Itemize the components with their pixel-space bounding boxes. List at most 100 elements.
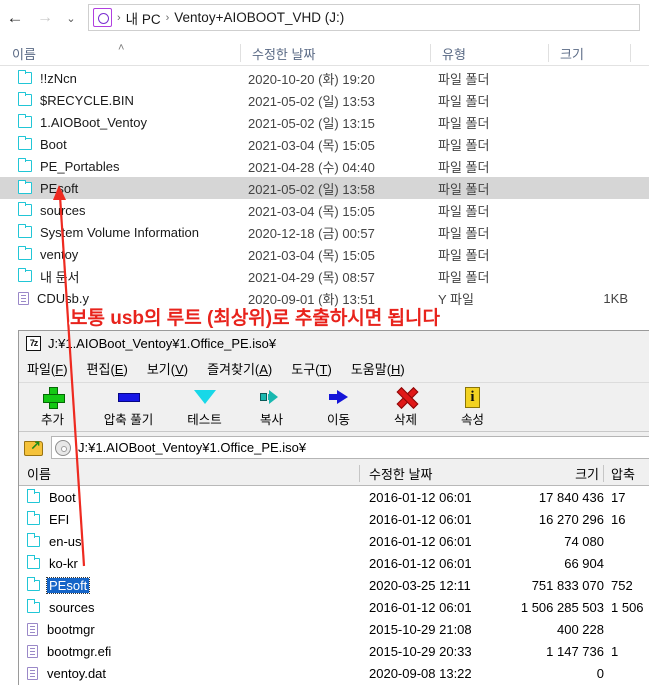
table-row[interactable]: EFI 2016-01-12 06:01 16 270 296 16 bbox=[19, 508, 649, 530]
seven-zip-path-text: J:¥1.AIOBoot_Ventoy¥1.Office_PE.iso¥ bbox=[78, 440, 307, 455]
archive-entry-size: 751 833 070 bbox=[531, 577, 604, 593]
table-row[interactable]: 내 문서 2021-04-29 (목) 08:57 파일 폴더 bbox=[0, 265, 649, 287]
folder-icon bbox=[17, 91, 32, 106]
table-row[interactable]: sources 2021-03-04 (목) 15:05 파일 폴더 bbox=[0, 199, 649, 221]
file-date: 2021-04-28 (수) 04:40 bbox=[248, 159, 375, 175]
column-divider-4[interactable] bbox=[630, 44, 631, 62]
file-type: 파일 폴더 bbox=[438, 159, 490, 175]
recent-locations-chevron-down-icon[interactable]: ⌄ bbox=[60, 3, 82, 33]
file-name: Boot bbox=[40, 136, 67, 152]
seven-zip-logo-icon: 7z bbox=[26, 335, 41, 351]
file-name: 1.AIOBoot_Ventoy bbox=[40, 114, 147, 130]
forward-icon[interactable]: → bbox=[30, 3, 60, 33]
file-icon bbox=[18, 291, 29, 305]
table-row[interactable]: System Volume Information 2020-12-18 (금) … bbox=[0, 221, 649, 243]
folder-icon bbox=[26, 489, 40, 503]
table-row[interactable]: ko-kr 2016-01-12 06:01 66 904 bbox=[19, 552, 649, 574]
folder-icon bbox=[17, 69, 32, 84]
file-icon bbox=[27, 622, 38, 636]
menu-item[interactable]: 즐겨찾기(A) bbox=[207, 359, 272, 378]
file-type: 파일 폴더 bbox=[438, 203, 490, 219]
file-date: 2021-05-02 (일) 13:15 bbox=[248, 115, 375, 131]
explorer-column-headers: 이름 ˄ 수정한 날짜 유형 크기 bbox=[0, 40, 649, 66]
column-header-size[interactable]: 크기 bbox=[548, 40, 630, 66]
breadcrumb-drive[interactable]: Ventoy+AIOBOOT_VHD (J:) bbox=[174, 10, 344, 25]
menu-item[interactable]: 편집(E) bbox=[87, 359, 128, 378]
menu-item[interactable]: 보기(V) bbox=[147, 359, 188, 378]
table-row[interactable]: en-us 2016-01-12 06:01 74 080 bbox=[19, 530, 649, 552]
table-row[interactable]: PEsoft 2021-05-02 (일) 13:58 파일 폴더 bbox=[0, 177, 649, 199]
folder-icon bbox=[26, 533, 40, 547]
file-type: 파일 폴더 bbox=[438, 269, 490, 285]
zip-column-divider-2[interactable] bbox=[603, 465, 604, 482]
seven-zip-path-input[interactable]: J:¥1.AIOBoot_Ventoy¥1.Office_PE.iso¥ bbox=[51, 436, 649, 459]
zip-column-header-name[interactable]: 이름 bbox=[19, 462, 359, 485]
toolbar-button-extract[interactable]: 압축 풀기 bbox=[86, 383, 171, 431]
file-name: !!zNcn bbox=[40, 70, 77, 86]
breadcrumb-separator-1: › bbox=[117, 11, 121, 24]
seven-zip-column-headers: 이름 수정한 날짜 크기 압축 bbox=[19, 462, 649, 486]
toolbar-button-delete-x[interactable]: 삭제 bbox=[372, 383, 439, 431]
zip-column-header-packed[interactable]: 압축 bbox=[611, 462, 649, 485]
breadcrumb-separator-2: › bbox=[165, 11, 170, 24]
menu-item[interactable]: 파일(F) bbox=[27, 359, 68, 378]
table-row[interactable]: 1.AIOBoot_Ventoy 2021-05-02 (일) 13:15 파일 폴… bbox=[0, 111, 649, 133]
folder-up-icon[interactable]: ↗ bbox=[24, 438, 45, 457]
seven-zip-menu-bar: 파일(F) 편집(E) 보기(V) 즐겨찾기(A) 도구(T) 도움말(H) bbox=[19, 356, 649, 381]
breadcrumb-this-pc[interactable]: 내 PC bbox=[126, 8, 161, 28]
toolbar-button-label: 압축 풀기 bbox=[103, 413, 154, 427]
archive-entry-size: 74 080 bbox=[564, 533, 604, 549]
table-row[interactable]: $RECYCLE.BIN 2021-05-02 (일) 13:53 파일 폴더 bbox=[0, 89, 649, 111]
folder-icon bbox=[26, 599, 40, 613]
column-header-date-modified[interactable]: 수정한 날짜 bbox=[240, 40, 430, 66]
zip-column-header-size[interactable]: 크기 bbox=[449, 462, 603, 485]
test-chevron-icon bbox=[193, 386, 216, 408]
table-row[interactable]: ventoy 2021-03-04 (목) 15:05 파일 폴더 bbox=[0, 243, 649, 265]
toolbar-button-move-arrow[interactable]: 이동 bbox=[305, 383, 372, 431]
folder-icon bbox=[17, 179, 32, 194]
back-icon[interactable]: ← bbox=[0, 3, 30, 33]
extract-icon bbox=[117, 386, 140, 408]
seven-zip-window: 7z J:¥1.AIOBoot_Ventoy¥1.Office_PE.iso¥ … bbox=[18, 330, 649, 685]
table-row[interactable]: PE_Portables 2021-04-28 (수) 04:40 파일 폴더 bbox=[0, 155, 649, 177]
table-row[interactable]: Boot 2016-01-12 06:01 17 840 436 17 bbox=[19, 486, 649, 508]
seven-zip-title-text: J:¥1.AIOBoot_Ventoy¥1.Office_PE.iso¥ bbox=[48, 335, 277, 351]
archive-entry-size: 1 506 285 503 bbox=[520, 599, 604, 615]
toolbar-button-label: 복사 bbox=[259, 413, 283, 427]
table-row[interactable]: Boot 2021-03-04 (목) 15:05 파일 폴더 bbox=[0, 133, 649, 155]
archive-entry-packed: 16 bbox=[611, 511, 626, 527]
table-row[interactable]: ventoy.dat 2020-09-08 13:22 0 bbox=[19, 662, 649, 684]
file-date: 2020-10-20 (화) 19:20 bbox=[248, 71, 375, 87]
archive-entry-size: 17 840 436 bbox=[538, 489, 604, 505]
toolbar-button-test-chevron[interactable]: 테스트 bbox=[171, 383, 238, 431]
file-explorer-window: ← → ⌄ ↑ › 내 PC › Ventoy+AIOBOOT_VHD (J:)… bbox=[0, 0, 649, 307]
folder-icon bbox=[17, 201, 32, 216]
address-bar[interactable]: › 내 PC › Ventoy+AIOBOOT_VHD (J:) bbox=[88, 4, 640, 31]
menu-item[interactable]: 도움말(H) bbox=[351, 359, 405, 378]
move-arrow-icon bbox=[327, 386, 351, 408]
drive-icon bbox=[93, 8, 112, 27]
archive-entry-name: bootmgr bbox=[47, 621, 95, 637]
toolbar-button-label: 테스트 bbox=[187, 413, 222, 427]
archive-entry-packed: 1 506 bbox=[611, 599, 644, 615]
archive-entry-packed: 17 bbox=[611, 489, 626, 505]
seven-zip-address-bar: ↗ J:¥1.AIOBoot_Ventoy¥1.Office_PE.iso¥ bbox=[19, 434, 649, 461]
archive-entry-name: ventoy.dat bbox=[47, 665, 107, 681]
archive-entry-name: sources bbox=[49, 599, 95, 615]
toolbar-button-info[interactable]: i 속성 bbox=[439, 383, 506, 431]
folder-icon bbox=[26, 511, 40, 525]
table-row[interactable]: bootmgr.efi 2015-10-29 20:33 1 147 736 1 bbox=[19, 640, 649, 662]
table-row[interactable]: bootmgr 2015-10-29 21:08 400 228 bbox=[19, 618, 649, 640]
table-row[interactable]: !!zNcn 2020-10-20 (화) 19:20 파일 폴더 bbox=[0, 67, 649, 89]
toolbar-button-plus[interactable]: 추가 bbox=[19, 383, 86, 431]
folder-icon bbox=[17, 267, 32, 282]
seven-zip-toolbar: 추가 압축 풀기 테스트 복사 이동 삭제 i 속성 bbox=[19, 382, 649, 432]
archive-entry-name: ko-kr bbox=[49, 555, 78, 571]
table-row[interactable]: PEsoft 2020-03-25 12:11 751 833 070 752 bbox=[19, 574, 649, 596]
column-header-type[interactable]: 유형 bbox=[430, 40, 548, 66]
table-row[interactable]: sources 2016-01-12 06:01 1 506 285 503 1 50… bbox=[19, 596, 649, 618]
file-name: System Volume Information bbox=[40, 224, 199, 240]
toolbar-button-copy-arrow[interactable]: 복사 bbox=[238, 383, 305, 431]
file-date: 2021-05-02 (일) 13:58 bbox=[248, 181, 375, 197]
menu-item[interactable]: 도구(T) bbox=[291, 359, 332, 378]
